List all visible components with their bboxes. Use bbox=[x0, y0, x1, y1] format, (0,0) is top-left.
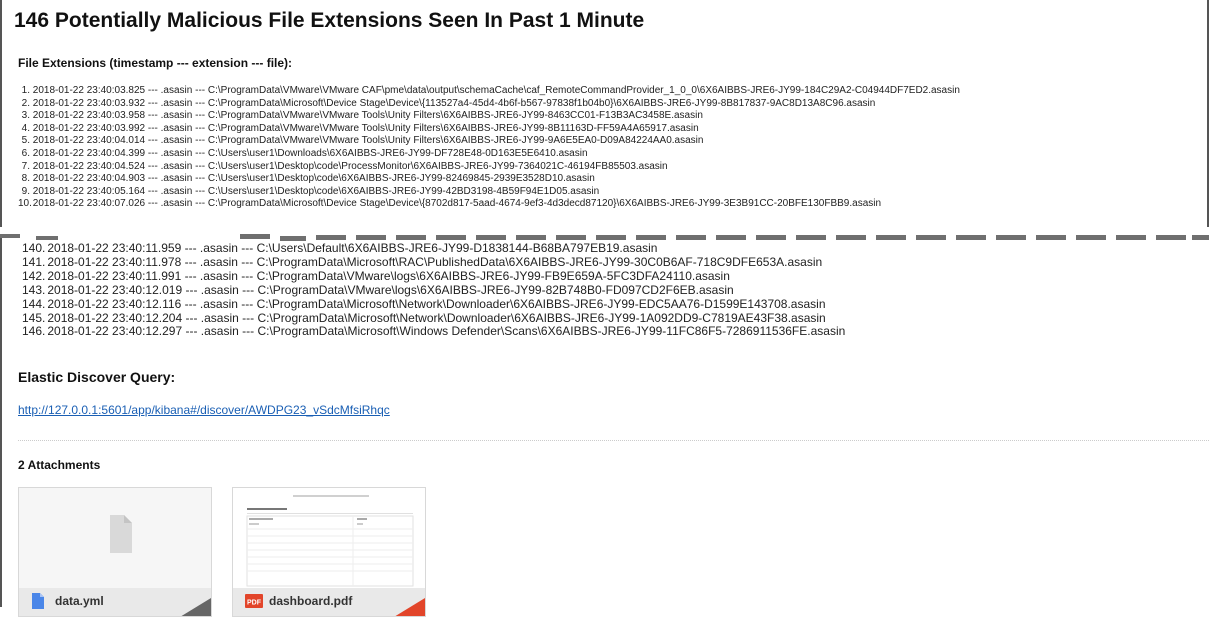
email-top-section: 146 Potentially Malicious File Extension… bbox=[0, 0, 1209, 233]
list-item: 142. 2018-01-22 23:40:11.991 --- .asasin… bbox=[22, 268, 730, 283]
list-item: 140. 2018-01-22 23:40:11.959 --- .asasin… bbox=[22, 241, 658, 255]
list-item: 141. 2018-01-22 23:40:11.978 --- .asasin… bbox=[22, 254, 823, 269]
attachment-name[interactable]: data.yml bbox=[55, 594, 104, 608]
list-item: 9. 2018-01-22 23:40:05.164 --- .asasin -… bbox=[21, 185, 600, 197]
list-item: 10. 2018-01-22 23:40:07.026 --- .asasin … bbox=[18, 198, 882, 210]
attachment-thumbnail bbox=[233, 488, 425, 588]
attachments-heading: 2 Attachments bbox=[18, 458, 101, 472]
divider bbox=[18, 440, 1209, 441]
svg-text:PDF: PDF bbox=[247, 600, 262, 607]
file-extension-list-first: 1. 2018-01-22 23:40:03.825 --- .asasin -… bbox=[18, 85, 960, 211]
attachment-name[interactable]: dashboard.pdf bbox=[269, 594, 352, 608]
pdf-preview-image bbox=[233, 488, 425, 588]
list-item: 146. 2018-01-22 23:40:12.297 --- .asasin… bbox=[22, 324, 846, 339]
list-item: 6. 2018-01-22 23:40:04.399 --- .asasin -… bbox=[21, 147, 588, 159]
list-item: 4. 2018-01-22 23:40:03.992 --- .asasin -… bbox=[21, 122, 699, 134]
list-heading: File Extensions (timestamp --- extension… bbox=[18, 56, 293, 70]
list-item: 144. 2018-01-22 23:40:12.116 --- .asasin… bbox=[22, 296, 826, 311]
download-corner-icon[interactable] bbox=[175, 598, 211, 616]
list-item: 3. 2018-01-22 23:40:03.958 --- .asasin -… bbox=[21, 110, 703, 122]
document-placeholder-icon bbox=[110, 515, 132, 553]
list-item: 1. 2018-01-22 23:40:03.825 --- .asasin -… bbox=[21, 85, 960, 96]
list-item: 5. 2018-01-22 23:40:04.014 --- .asasin -… bbox=[21, 135, 704, 147]
attachment-thumbnail bbox=[19, 488, 211, 588]
attachment-card-data-yml[interactable]: data.yml bbox=[18, 487, 212, 617]
email-bottom-section: 140. 2018-01-22 23:40:11.959 --- .asasin… bbox=[0, 238, 1209, 617]
list-item: 143. 2018-01-22 23:40:12.019 --- .asasin… bbox=[22, 282, 734, 297]
list-item: 2. 2018-01-22 23:40:03.932 --- .asasin -… bbox=[21, 97, 876, 109]
query-heading: Elastic Discover Query: bbox=[18, 369, 176, 385]
list-item: 7. 2018-01-22 23:40:04.524 --- .asasin -… bbox=[21, 160, 668, 172]
kibana-discover-link[interactable]: http://127.0.0.1:5601/app/kibana#/discov… bbox=[18, 403, 390, 417]
list-item: 145. 2018-01-22 23:40:12.204 --- .asasin… bbox=[22, 310, 826, 325]
download-corner-icon[interactable] bbox=[389, 598, 425, 616]
file-extension-list-last: 140. 2018-01-22 23:40:11.959 --- .asasin… bbox=[22, 241, 846, 339]
attachment-card-dashboard-pdf[interactable]: PDF dashboard.pdf bbox=[232, 487, 426, 617]
page-title: 146 Potentially Malicious File Extension… bbox=[14, 9, 645, 32]
list-item: 8. 2018-01-22 23:40:04.903 --- .asasin -… bbox=[21, 173, 595, 185]
